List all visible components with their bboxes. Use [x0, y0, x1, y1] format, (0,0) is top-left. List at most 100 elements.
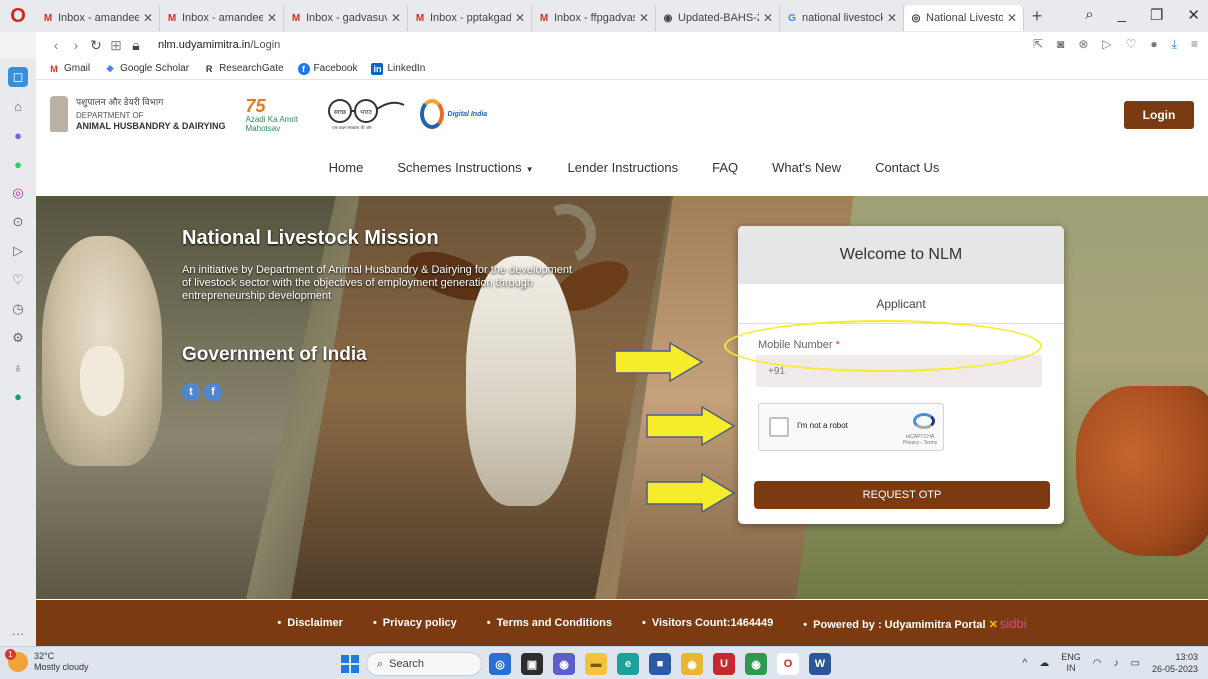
easy-setup-icon[interactable]: ≡: [1191, 37, 1198, 52]
browser-tab[interactable]: M Inbox - pptakgadva ✕: [408, 5, 532, 31]
bookmark-label: ResearchGate: [219, 63, 284, 74]
history-icon[interactable]: ◷: [8, 299, 28, 319]
bookmark-google-scholar[interactable]: ◆ Google Scholar: [104, 63, 189, 75]
footer-privacy-policy[interactable]: • Privacy policy: [373, 617, 457, 629]
azadi-number: 75: [245, 96, 266, 116]
reload-icon[interactable]: ↻: [86, 37, 106, 54]
tips-icon[interactable]: ♁: [8, 357, 28, 377]
browser-tab[interactable]: G national livestock m ✕: [780, 5, 904, 31]
site-icon: ◎: [911, 12, 921, 24]
heart-icon[interactable]: ♡: [8, 270, 28, 290]
tab-applicant[interactable]: Applicant: [738, 284, 1064, 324]
footer-terms[interactable]: • Terms and Conditions: [487, 617, 612, 629]
extension-icon[interactable]: ●: [8, 386, 28, 406]
instagram-icon[interactable]: ◎: [8, 183, 28, 203]
opera-logo-icon[interactable]: O: [0, 0, 36, 32]
vpn-icon[interactable]: ⊗: [1078, 37, 1088, 52]
nav-home[interactable]: Home: [329, 160, 364, 175]
opera-icon[interactable]: O: [777, 653, 799, 675]
close-tab-icon[interactable]: ✕: [639, 11, 649, 25]
task-view-icon[interactable]: ▣: [521, 653, 543, 675]
bookmark-gmail[interactable]: M Gmail: [48, 63, 90, 75]
social-links: t f: [182, 383, 222, 401]
browser-tab[interactable]: ◉ Updated-BAHS-202 ✕: [656, 5, 780, 31]
recaptcha-links[interactable]: Privacy - Terms: [901, 440, 939, 446]
settings-icon[interactable]: ⚙: [8, 328, 28, 348]
mcafee-icon[interactable]: U: [713, 653, 735, 675]
sheep-image: [42, 236, 162, 466]
profile-icon[interactable]: ●: [1150, 37, 1157, 52]
web-page: पशुपालन और डेयरी विभाग DEPARTMENT OF ANI…: [36, 80, 1208, 646]
file-explorer-icon[interactable]: ▬: [585, 653, 607, 675]
close-tab-icon[interactable]: ✕: [143, 11, 153, 25]
volume-icon[interactable]: ♪: [1114, 658, 1119, 669]
browser-tab[interactable]: M Inbox - gadvasuvet ✕: [284, 5, 408, 31]
nav-contact-us[interactable]: Contact Us: [875, 160, 939, 175]
messenger-icon[interactable]: ●: [8, 125, 28, 145]
login-button[interactable]: Login: [1124, 101, 1194, 129]
word-icon[interactable]: W: [809, 653, 831, 675]
request-otp-button[interactable]: REQUEST OTP: [754, 481, 1050, 509]
nav-lender-instructions[interactable]: Lender Instructions: [568, 160, 679, 175]
weather-widget[interactable]: 1 32°C Mostly cloudy: [5, 649, 89, 673]
bookmark-facebook[interactable]: f Facebook: [297, 62, 357, 75]
start-button[interactable]: [341, 655, 359, 673]
workspace-icon[interactable]: ◻: [8, 67, 28, 87]
facebook-icon[interactable]: f: [204, 383, 222, 401]
download-icon[interactable]: ⤓: [1172, 37, 1177, 52]
battery-icon[interactable]: ▭: [1131, 658, 1140, 669]
restore-icon[interactable]: ❐: [1150, 6, 1163, 24]
language-indicator[interactable]: ENG IN: [1061, 652, 1081, 674]
nav-whats-new[interactable]: What's New: [772, 160, 841, 175]
share-icon[interactable]: ⇱: [1033, 37, 1043, 52]
browser-tab[interactable]: M Inbox - ffpgadvasu ✕: [532, 5, 656, 31]
clock[interactable]: 13:03 26-05-2023: [1152, 651, 1198, 675]
twitter-icon[interactable]: t: [182, 383, 200, 401]
camera-icon[interactable]: ◙: [1057, 37, 1064, 52]
close-tab-icon[interactable]: ✕: [267, 11, 277, 25]
chrome-icon[interactable]: ◉: [745, 653, 767, 675]
close-tab-icon[interactable]: ✕: [1007, 11, 1017, 25]
close-tab-icon[interactable]: ✕: [391, 11, 401, 25]
system-tray: ^ ☁ ENG IN ◠ ♪ ▭ 13:03 26-05-2023: [1023, 651, 1198, 675]
close-tab-icon[interactable]: ✕: [763, 11, 773, 25]
player-icon[interactable]: ⊙: [8, 212, 28, 232]
heart-icon[interactable]: ♡: [1126, 37, 1137, 52]
back-icon[interactable]: ‹: [46, 37, 66, 53]
arrow-annotation: [646, 406, 736, 446]
cloud-icon[interactable]: ☁: [1039, 658, 1049, 669]
bookmark-linkedin[interactable]: in LinkedIn: [371, 62, 425, 75]
nav-faq[interactable]: FAQ: [712, 160, 738, 175]
chat-icon[interactable]: ◉: [553, 653, 575, 675]
home-icon[interactable]: ⌂: [8, 96, 28, 116]
close-window-icon[interactable]: ✕: [1187, 6, 1200, 24]
chevron-up-icon[interactable]: ^: [1023, 658, 1028, 669]
footer-powered-by[interactable]: • Powered by : Udyamimitra Portal ✕ sidbi: [803, 616, 1026, 631]
more-icon[interactable]: …: [8, 620, 28, 640]
store-icon[interactable]: ■: [649, 653, 671, 675]
url-field[interactable]: nlm.udyamimitra.in/Login: [158, 39, 280, 51]
new-tab-icon[interactable]: +: [1024, 6, 1050, 27]
flow-icon[interactable]: ▷: [8, 241, 28, 261]
edge-icon[interactable]: e: [617, 653, 639, 675]
wifi-icon[interactable]: ◠: [1093, 658, 1102, 669]
footer-disclaimer[interactable]: • Disclaimer: [277, 617, 343, 629]
minimize-icon[interactable]: _: [1118, 6, 1126, 24]
close-tab-icon[interactable]: ✕: [887, 11, 897, 25]
tabs-grid-icon[interactable]: ⊞: [106, 37, 126, 54]
play-icon[interactable]: ▷: [1102, 37, 1111, 52]
forward-icon[interactable]: ›: [66, 37, 86, 53]
taskbar-apps: ◎ ▣ ◉ ▬ e ■ ◉ U ◉ O W: [489, 653, 831, 675]
browser-tab-active[interactable]: ◎ National Livestock ✕: [904, 5, 1024, 31]
taskbar-search[interactable]: ⌕ Search: [366, 652, 482, 676]
close-tab-icon[interactable]: ✕: [515, 11, 525, 25]
app-icon[interactable]: ◎: [489, 653, 511, 675]
bookmark-researchgate[interactable]: R ResearchGate: [203, 63, 284, 75]
browser-tab[interactable]: M Inbox - amandeep ✕: [36, 5, 160, 31]
whatsapp-icon[interactable]: ●: [8, 154, 28, 174]
nav-schemes-instructions[interactable]: Schemes Instructions ▼: [397, 160, 533, 175]
browser-tab[interactable]: M Inbox - amandeep ✕: [160, 5, 284, 31]
search-tabs-icon[interactable]: ⌕: [1085, 6, 1093, 24]
recaptcha-checkbox[interactable]: [769, 417, 789, 437]
chrome-icon[interactable]: ◉: [681, 653, 703, 675]
